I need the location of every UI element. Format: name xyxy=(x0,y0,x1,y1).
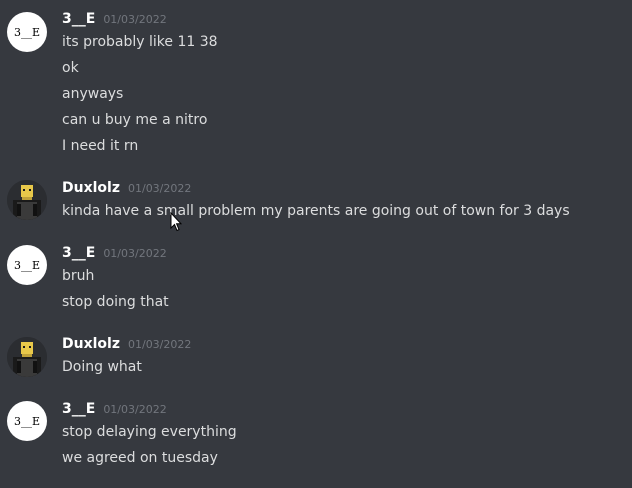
timestamp: 01/03/2022 xyxy=(103,403,167,416)
message-header: 3__E 01/03/2022 xyxy=(62,401,167,419)
message-text: stop doing that xyxy=(62,294,169,310)
avatar[interactable]: 3__E xyxy=(7,245,47,285)
message-text: we agreed on tuesday xyxy=(62,450,218,466)
username[interactable]: 3__E xyxy=(62,11,95,27)
timestamp: 01/03/2022 xyxy=(103,247,167,260)
timestamp: 01/03/2022 xyxy=(127,182,192,195)
message-text: kinda have a small problem my parents ar… xyxy=(62,203,570,219)
character-avatar-icon xyxy=(7,180,47,220)
message-header: Duxlolz 01/03/2022 xyxy=(62,336,191,354)
pointer-cursor-icon xyxy=(170,212,182,232)
message-text: its probably like 11 38 xyxy=(62,34,218,50)
character-avatar-icon xyxy=(7,337,47,377)
avatar[interactable]: 3__E xyxy=(7,401,47,441)
message-header: 3__E 01/03/2022 xyxy=(62,245,167,263)
avatar-label: 3__E xyxy=(13,258,41,272)
avatar-label: 3__E xyxy=(13,414,41,428)
message-text: Doing what xyxy=(62,359,142,375)
message-text: bruh xyxy=(62,268,95,284)
avatar[interactable] xyxy=(7,337,47,377)
username[interactable]: Duxlolz xyxy=(62,336,120,352)
username[interactable]: 3__E xyxy=(62,245,95,261)
message-text: can u buy me a nitro xyxy=(62,112,208,128)
username[interactable]: Duxlolz xyxy=(62,180,120,196)
message-text: ok xyxy=(62,60,79,76)
message-text: I need it rn xyxy=(62,138,139,154)
timestamp: 01/03/2022 xyxy=(103,13,167,26)
message-text: stop delaying everything xyxy=(62,424,237,440)
timestamp: 01/03/2022 xyxy=(127,338,192,351)
message-text: anyways xyxy=(62,86,124,102)
message-header: 3__E 01/03/2022 xyxy=(62,11,167,29)
username[interactable]: 3__E xyxy=(62,401,95,417)
message-header: Duxlolz 01/03/2022 xyxy=(62,180,191,198)
avatar[interactable]: 3__E xyxy=(7,12,47,52)
avatar-label: 3__E xyxy=(13,25,41,39)
avatar[interactable] xyxy=(7,180,47,220)
